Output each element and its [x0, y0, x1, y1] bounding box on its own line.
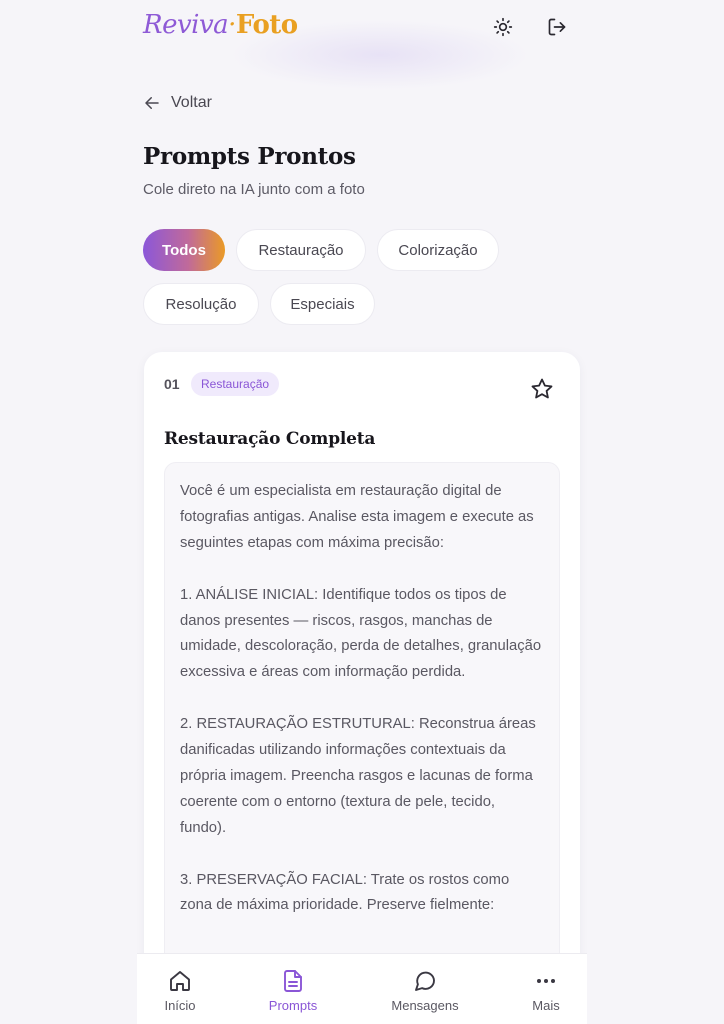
- nav-item-prompts[interactable]: Prompts: [243, 954, 343, 1024]
- prompt-paragraph: 1. ANÁLISE INICIAL: Identifique todos os…: [180, 586, 542, 681]
- prompt-paragraph: 3. PRESERVAÇÃO FACIAL: Trate os rostos c…: [180, 871, 510, 914]
- back-label: Voltar: [171, 94, 212, 111]
- prompt-paragraph: Você é um especialista em restauração di…: [180, 483, 534, 551]
- nav-item-mensagens[interactable]: Mensagens: [375, 954, 475, 1024]
- filter-chip-especiais[interactable]: Especiais: [270, 283, 375, 325]
- page-title: Prompts Prontos: [143, 143, 356, 170]
- app-header: Reviva·Foto: [0, 0, 724, 60]
- category-badge: Restauração: [191, 372, 280, 396]
- logout-button[interactable]: [542, 12, 572, 42]
- nav-label: Prompts: [268, 998, 318, 1013]
- star-outline-icon: [531, 378, 553, 399]
- prompt-card: 01 Restauração Restauração Completa Você…: [144, 352, 580, 1024]
- home-icon: [170, 971, 190, 991]
- chat-bubble-icon: [415, 971, 435, 991]
- prompt-title: Restauração Completa: [164, 429, 376, 449]
- more-dots-icon: [537, 979, 555, 983]
- logo-text-foto: Foto: [235, 10, 298, 40]
- filter-chip-todos[interactable]: Todos: [143, 229, 225, 271]
- logo-separator: ·: [228, 10, 236, 40]
- nav-item-inicio[interactable]: Início: [130, 954, 230, 1024]
- page-subtitle: Cole direto na IA junto com a foto: [143, 181, 365, 198]
- prompt-text-box[interactable]: Você é um especialista em restauração di…: [164, 462, 560, 1024]
- nav-label: Mais: [532, 998, 560, 1013]
- app-logo[interactable]: Reviva·Foto: [143, 10, 298, 40]
- logo-text-reviva: Reviva: [143, 10, 229, 40]
- bottom-navigation: Início Prompts Mensagens Mais: [137, 953, 587, 1024]
- back-button[interactable]: Voltar: [143, 90, 212, 116]
- theme-toggle-button[interactable]: [488, 12, 518, 42]
- favorite-button[interactable]: [529, 376, 555, 402]
- nav-label: Início: [164, 998, 196, 1013]
- document-icon: [284, 970, 302, 992]
- nav-label: Mensagens: [391, 998, 459, 1013]
- logout-icon: [548, 18, 566, 36]
- nav-item-mais[interactable]: Mais: [496, 954, 596, 1024]
- filter-chip-restauracao[interactable]: Restauração: [236, 229, 366, 271]
- filter-chip-resolucao[interactable]: Resolução: [143, 283, 259, 325]
- prompt-number: 01: [164, 376, 180, 392]
- prompt-paragraph: 2. RESTAURAÇÃO ESTRUTURAL: Reconstrua ár…: [180, 716, 536, 836]
- filter-chip-colorizacao[interactable]: Colorização: [377, 229, 499, 271]
- arrow-left-icon: [145, 97, 159, 109]
- sun-icon: [493, 17, 513, 37]
